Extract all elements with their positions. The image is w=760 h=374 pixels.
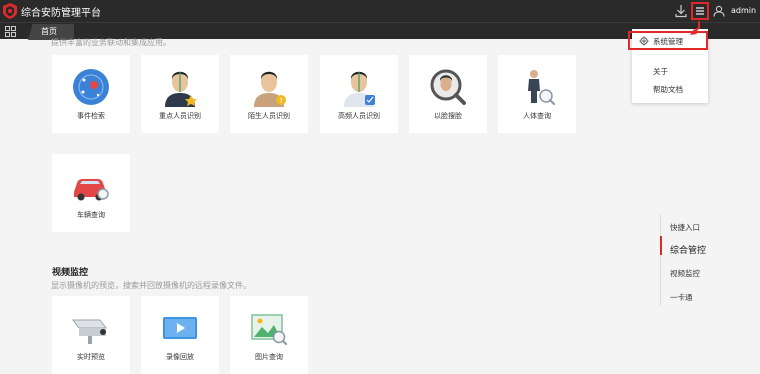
- app-title: 综合安防管理平台: [21, 8, 101, 19]
- card-label: 实时预览: [77, 353, 105, 361]
- quick-nav-track: [660, 214, 661, 306]
- section-description: 提供丰富的业务联动和集成应用。: [51, 38, 171, 47]
- body-search-icon: [528, 70, 555, 105]
- card-label: 高频人员识别: [338, 112, 380, 120]
- card-label: 车辆查询: [77, 211, 105, 219]
- card-face-search[interactable]: 以脸搜脸: [409, 55, 487, 133]
- stranger-recognition-icon: ?: [254, 71, 286, 107]
- menu-item-label: 帮助文档: [653, 85, 683, 94]
- app-logo-icon: [3, 3, 17, 19]
- quick-nav-active-indicator: [660, 236, 662, 255]
- video-playback-icon: [163, 317, 197, 339]
- tab-home-label: 首页: [41, 27, 57, 36]
- frequent-person-recognition-icon: [344, 71, 375, 107]
- menu-item-label: 系统管理: [653, 37, 683, 46]
- quick-nav: 快捷入口 综合管控 视频监控 一卡通: [660, 214, 760, 314]
- quick-nav-item-video-surveillance[interactable]: 视频监控: [670, 268, 700, 279]
- key-person-recognition-icon: [165, 71, 197, 107]
- card-label: 重点人员识别: [159, 112, 201, 120]
- card-event-search[interactable]: 事件检索: [52, 55, 130, 133]
- card-vehicle-search[interactable]: 车辆查询: [52, 154, 130, 232]
- camera-live-icon: [72, 319, 107, 344]
- menu-item-about[interactable]: 关于: [632, 64, 708, 78]
- card-body-search[interactable]: 人体查询: [498, 55, 576, 133]
- section-description: 显示摄像机的预览，搜索并回放摄像机的远程录像文件。: [51, 281, 251, 290]
- menu-item-label: 关于: [653, 67, 668, 76]
- menu-button[interactable]: [691, 2, 709, 20]
- top-bar: 综合安防管理平台 admin: [0, 0, 760, 22]
- image-search-icon: [251, 314, 287, 345]
- card-key-person-recognition[interactable]: 重点人员识别: [141, 55, 219, 133]
- quick-nav-item-card-access[interactable]: 一卡通: [670, 292, 693, 303]
- face-search-icon: [430, 69, 466, 105]
- gear-icon: [639, 36, 649, 46]
- event-search-icon: [73, 69, 109, 105]
- user-icon[interactable]: [713, 5, 725, 17]
- user-menu-dropdown: 系统管理 关于 帮助文档: [628, 29, 708, 103]
- card-label: 图片查询: [255, 353, 283, 361]
- card-label: 以脸搜脸: [434, 112, 462, 120]
- section-title-video-surveillance: 视频监控: [52, 268, 89, 278]
- card-stranger-recognition[interactable]: ? 陌生人员识别: [230, 55, 308, 133]
- card-label: 陌生人员识别: [248, 112, 290, 120]
- card-image-search[interactable]: 图片查询: [230, 296, 308, 374]
- card-video-playback[interactable]: 录像回放: [141, 296, 219, 374]
- menu-divider: [636, 54, 704, 55]
- username[interactable]: admin: [731, 6, 756, 15]
- quick-nav-item-integrated-control[interactable]: 综合管控: [670, 243, 706, 256]
- download-icon: [675, 5, 687, 18]
- hamburger-menu-icon: [696, 7, 704, 15]
- quick-nav-item-shortcuts[interactable]: 快捷入口: [670, 222, 700, 233]
- download-button[interactable]: [673, 3, 689, 19]
- card-label: 事件检索: [77, 112, 105, 120]
- card-frequent-person-recognition[interactable]: 高频人员识别: [320, 55, 398, 133]
- app-grid-icon[interactable]: [5, 26, 16, 37]
- svg-text:?: ?: [279, 97, 283, 105]
- card-label: 人体查询: [523, 112, 551, 120]
- card-camera-live[interactable]: 实时预览: [52, 296, 130, 374]
- menu-item-system-management[interactable]: 系统管理: [628, 31, 708, 50]
- menu-item-help-docs[interactable]: 帮助文档: [632, 82, 708, 96]
- card-label: 录像回放: [166, 353, 194, 361]
- vehicle-search-icon: [74, 179, 109, 201]
